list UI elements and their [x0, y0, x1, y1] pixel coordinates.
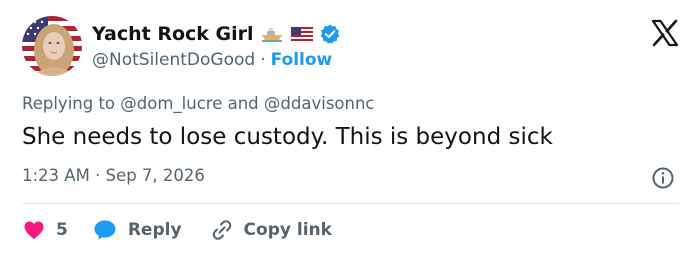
like-count: 5	[56, 220, 68, 240]
link-icon	[212, 220, 231, 240]
verified-badge-icon	[319, 23, 341, 45]
copy-link-button[interactable]: Copy link	[208, 218, 332, 242]
reply-bubble-icon	[94, 220, 116, 240]
replying-conjunction: and	[227, 94, 259, 113]
reply-button[interactable]: Reply	[92, 218, 182, 242]
replying-to-line: Replying to @dom_lucre and @ddavisonnc	[22, 94, 375, 113]
mention-ddavisonnc[interactable]: @ddavisonnc	[264, 94, 375, 113]
tweet-text: She needs to lose custody. This is beyon…	[22, 124, 553, 150]
tweet-timestamp[interactable]: 1:23 AM · Sep 7, 2026	[22, 166, 205, 185]
avatar[interactable]	[22, 16, 82, 76]
divider	[22, 203, 679, 204]
heart-icon	[24, 221, 44, 239]
handle-separator: ·	[260, 50, 266, 70]
us-flag-emoji	[290, 23, 314, 45]
tweet-actions: 5 Reply Copy link	[22, 214, 360, 246]
info-icon[interactable]	[651, 166, 675, 190]
author-handle-row: @NotSilentDoGood · Follow	[92, 48, 332, 72]
author-handle[interactable]: @NotSilentDoGood	[92, 50, 255, 70]
replying-prefix: Replying to	[22, 94, 116, 113]
like-button[interactable]: 5	[22, 218, 68, 242]
timestamp-separator: ·	[95, 166, 101, 185]
avatar-image	[22, 16, 82, 76]
mention-dom-lucre[interactable]: @dom_lucre	[120, 94, 222, 113]
tweet-card: Yacht Rock Girl @NotSilentDoGood · Follo…	[0, 0, 700, 256]
follow-button[interactable]: Follow	[271, 50, 333, 70]
x-logo-icon[interactable]	[650, 18, 680, 48]
tweet-time: 1:23 AM	[22, 166, 90, 185]
display-name[interactable]: Yacht Rock Girl	[92, 23, 254, 45]
boat-emoji	[260, 23, 284, 45]
tweet-date: Sep 7, 2026	[105, 166, 205, 185]
reply-label: Reply	[127, 220, 182, 240]
copy-link-label: Copy link	[243, 220, 332, 240]
author-name-row: Yacht Rock Girl	[92, 22, 341, 46]
